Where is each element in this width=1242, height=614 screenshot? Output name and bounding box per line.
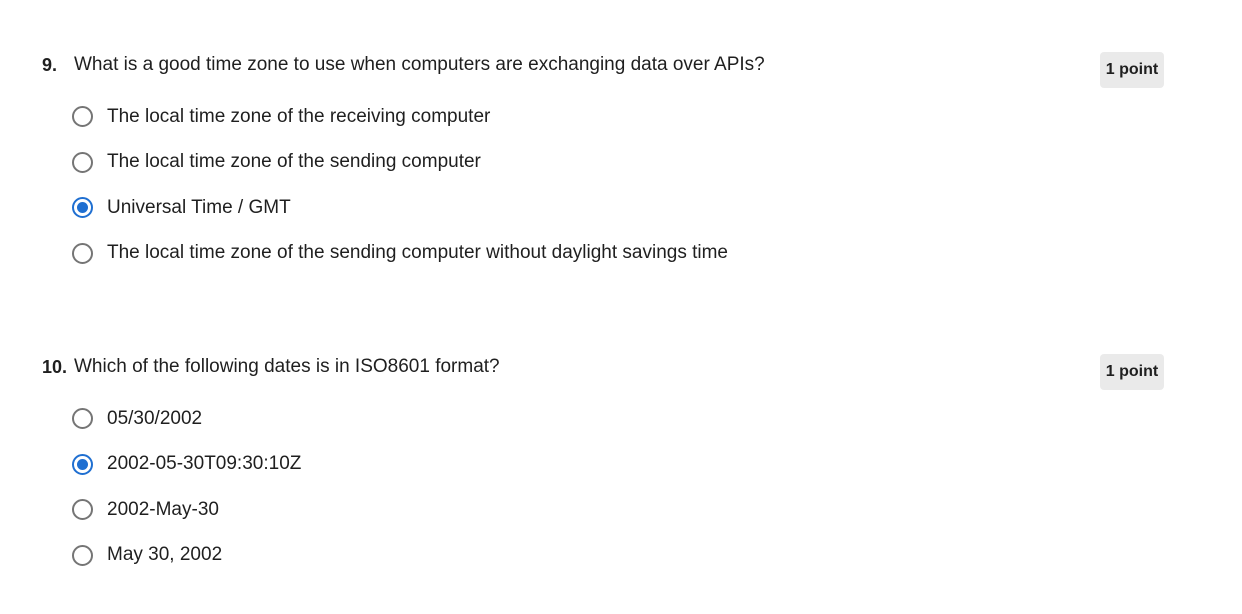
option-label: The local time zone of the sending compu… bbox=[107, 151, 481, 173]
answer-options: The local time zone of the receiving com… bbox=[72, 94, 728, 276]
radio-button[interactable] bbox=[72, 544, 93, 566]
answer-option[interactable]: The local time zone of the sending compu… bbox=[72, 231, 728, 277]
answer-option[interactable]: 05/30/2002 bbox=[72, 396, 301, 442]
question-header: 9. What is a good time zone to use when … bbox=[42, 50, 1164, 88]
answer-option[interactable]: Universal Time / GMT bbox=[72, 185, 728, 231]
question-number: 9. bbox=[42, 55, 58, 75]
option-label: May 30, 2002 bbox=[107, 544, 223, 566]
option-label: 2002-May-30 bbox=[107, 498, 219, 520]
radio-button[interactable] bbox=[72, 408, 93, 430]
answer-option[interactable]: The local time zone of the sending compu… bbox=[72, 140, 728, 186]
radio-button[interactable] bbox=[72, 499, 93, 521]
answer-option[interactable]: May 30, 2002 bbox=[72, 533, 301, 579]
points-badge: 1 point bbox=[1100, 52, 1164, 88]
question-text: Which of the following dates is in ISO86… bbox=[74, 356, 500, 377]
answer-option[interactable]: The local time zone of the receiving com… bbox=[72, 94, 728, 140]
question-9: 9. What is a good time zone to use when … bbox=[42, 50, 1164, 264]
option-label: 05/30/2002 bbox=[107, 407, 203, 429]
option-label: 2002-05-30T09:30:10Z bbox=[107, 453, 302, 475]
answer-options: 05/30/2002 2002-05-30T09:30:10Z 2002-May… bbox=[72, 396, 301, 578]
option-label: Universal Time / GMT bbox=[107, 196, 291, 218]
option-label: The local time zone of the sending compu… bbox=[107, 242, 728, 264]
question-number: 10. bbox=[42, 357, 68, 377]
radio-button[interactable] bbox=[72, 242, 93, 264]
radio-button[interactable] bbox=[72, 151, 93, 173]
question-header: 10. Which of the following dates is in I… bbox=[42, 352, 1164, 390]
question-10: 10. Which of the following dates is in I… bbox=[42, 352, 1164, 566]
radio-button[interactable] bbox=[72, 453, 93, 475]
answer-option[interactable]: 2002-05-30T09:30:10Z bbox=[72, 442, 301, 488]
answer-option[interactable]: 2002-May-30 bbox=[72, 487, 301, 533]
radio-button[interactable] bbox=[72, 106, 93, 128]
question-text: What is a good time zone to use when com… bbox=[74, 54, 765, 75]
radio-button[interactable] bbox=[72, 197, 93, 219]
points-badge: 1 point bbox=[1100, 354, 1164, 390]
option-label: The local time zone of the receiving com… bbox=[107, 105, 491, 127]
